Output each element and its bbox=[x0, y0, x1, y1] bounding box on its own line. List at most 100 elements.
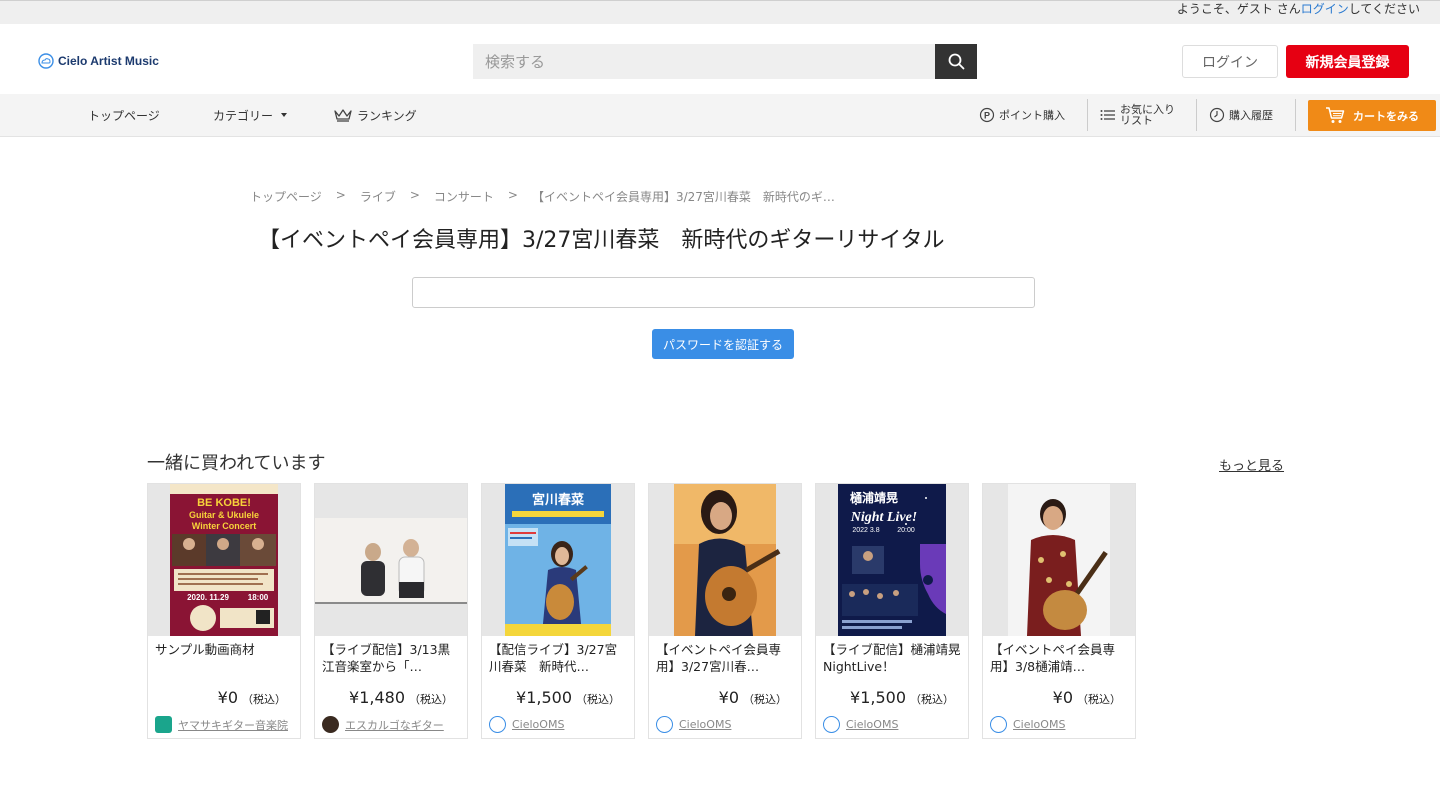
nav-top-page[interactable]: トップページ bbox=[88, 94, 160, 136]
verify-password-button[interactable]: パスワードを認証する bbox=[652, 329, 794, 359]
price-value: ¥1,500 bbox=[850, 688, 906, 707]
welcome-suffix: してください bbox=[1348, 2, 1420, 16]
product-name[interactable]: サンプル動画商材 bbox=[155, 641, 295, 675]
shop-link[interactable]: CieloOMS bbox=[656, 716, 731, 733]
cart-button[interactable]: カートをみる bbox=[1308, 100, 1436, 131]
product-card[interactable]: 【ライブ配信】3/13黒江音楽室から「… ¥1,480 （税込） エスカルゴなギタ… bbox=[314, 483, 468, 739]
price-value: ¥0 bbox=[718, 688, 739, 707]
guitarist-photo-image bbox=[674, 484, 781, 636]
cielo-logo-icon bbox=[489, 716, 506, 733]
welcome-text: ようこそ、ゲスト さん bbox=[1176, 2, 1301, 16]
product-thumbnail: BE KOBE! Guitar & Ukulele Winter Concert… bbox=[148, 484, 300, 636]
shop-link[interactable]: ヤマサキギター音楽院 bbox=[155, 716, 288, 733]
product-price: ¥0 （税込） bbox=[1053, 688, 1121, 707]
nav-divider bbox=[1087, 99, 1088, 131]
breadcrumb-item[interactable]: コンサート bbox=[434, 188, 494, 205]
product-list: BE KOBE! Guitar & Ukulele Winter Concert… bbox=[147, 483, 1136, 739]
tax-label: （税込） bbox=[743, 693, 787, 706]
nav-history[interactable]: 購入履歴 bbox=[1209, 94, 1273, 136]
search-icon bbox=[948, 53, 964, 70]
shop-name: CieloOMS bbox=[679, 718, 732, 731]
product-card[interactable]: BE KOBE! Guitar & Ukulele Winter Concert… bbox=[147, 483, 301, 739]
nav-divider bbox=[1295, 99, 1296, 131]
price-value: ¥0 bbox=[217, 688, 238, 707]
nav-divider bbox=[1196, 99, 1197, 131]
product-card[interactable]: 【イベントペイ会員専用】3/27宮川春… ¥0 （税込） CieloOMS bbox=[648, 483, 802, 739]
nav-ranking[interactable]: ランキング bbox=[334, 94, 417, 136]
nav-category[interactable]: カテゴリー bbox=[213, 94, 288, 136]
nav-ranking-label: ランキング bbox=[357, 108, 417, 123]
product-name[interactable]: 【イベントペイ会員専用】3/27宮川春… bbox=[656, 641, 796, 675]
price-value: ¥1,480 bbox=[349, 688, 405, 707]
breadcrumb-current: 【イベントペイ会員専用】3/27宮川春菜 新時代のギ… bbox=[531, 190, 835, 204]
product-price: ¥1,500 （税込） bbox=[516, 688, 620, 707]
concert-poster-image: BE KOBE! Guitar & Ukulele Winter Concert… bbox=[170, 484, 278, 636]
shop-avatar-icon bbox=[155, 716, 172, 733]
site-logo[interactable]: Cielo Artist Music bbox=[38, 53, 159, 69]
product-thumbnail: 宮川春菜 bbox=[482, 484, 634, 636]
recital-poster-image: 宮川春菜 bbox=[505, 484, 611, 636]
chevron-down-icon bbox=[281, 113, 288, 117]
product-card[interactable]: 宮川春菜 【配信ライブ】3/27宮川春菜 新時代… ¥1,500 （税込） Cie… bbox=[481, 483, 635, 739]
product-price: ¥1,480 （税込） bbox=[349, 688, 453, 707]
welcome-bar: ようこそ、ゲスト さんログインしてください bbox=[0, 0, 1440, 24]
register-button[interactable]: 新規会員登録 bbox=[1286, 45, 1409, 78]
breadcrumb-separator: > bbox=[409, 188, 420, 202]
product-card[interactable]: 樋浦靖晃 Night Live! 2022 3.8 20:00 【ライブ配信】樋… bbox=[815, 483, 969, 739]
search-button[interactable] bbox=[935, 44, 977, 79]
guitarist-photo-image bbox=[1008, 484, 1110, 636]
poster-text: 2020. 11.29 bbox=[187, 593, 229, 602]
poster-text: Guitar & Ukulele bbox=[189, 510, 259, 520]
welcome-login-link[interactable]: ログイン bbox=[1301, 2, 1349, 16]
breadcrumb-item[interactable]: ライブ bbox=[360, 188, 396, 205]
product-name[interactable]: 【配信ライブ】3/27宮川春菜 新時代… bbox=[489, 641, 629, 675]
shop-avatar-icon bbox=[322, 716, 339, 733]
breadcrumb-separator: > bbox=[335, 188, 346, 202]
cielo-logo-icon bbox=[990, 716, 1007, 733]
product-name[interactable]: 【ライブ配信】3/13黒江音楽室から「… bbox=[322, 641, 462, 675]
poster-text: 2022 3.8 bbox=[852, 527, 879, 534]
poster-text: 18:00 bbox=[248, 593, 269, 602]
page-title: 【イベントペイ会員専用】3/27宮川春菜 新時代のギターリサイタル bbox=[258, 228, 945, 253]
shop-name: ヤマサキギター音楽院 bbox=[178, 718, 288, 732]
product-price: ¥0 （税込） bbox=[218, 688, 286, 707]
cart-icon bbox=[1326, 107, 1345, 123]
poster-text: BE KOBE! bbox=[197, 497, 251, 509]
shop-name: エスカルゴなギター bbox=[345, 718, 444, 732]
shop-link[interactable]: CieloOMS bbox=[823, 716, 898, 733]
nav-favorites[interactable]: お気に入り リスト bbox=[1100, 94, 1175, 136]
main-nav: トップページ カテゴリー ランキング P ポイント購入 お気に入り リスト 購入… bbox=[0, 94, 1440, 137]
crown-icon bbox=[334, 109, 352, 122]
nav-top-page-label: トップページ bbox=[88, 108, 160, 123]
shop-link[interactable]: CieloOMS bbox=[990, 716, 1065, 733]
nav-favorites-line2: リスト bbox=[1120, 114, 1153, 127]
night-live-poster-image: 樋浦靖晃 Night Live! 2022 3.8 20:00 bbox=[838, 484, 946, 636]
product-thumbnail bbox=[649, 484, 801, 636]
poster-text: Night Live! bbox=[850, 510, 918, 525]
product-price: ¥1,500 （税込） bbox=[850, 688, 954, 707]
login-button[interactable]: ログイン bbox=[1182, 45, 1278, 78]
tax-label: （税込） bbox=[242, 693, 286, 706]
nav-favorites-label: お気に入り リスト bbox=[1120, 104, 1175, 126]
svg-text:P: P bbox=[984, 110, 990, 120]
shop-name: CieloOMS bbox=[846, 718, 899, 731]
shop-link[interactable]: CieloOMS bbox=[489, 716, 564, 733]
product-name[interactable]: 【ライブ配信】樋浦靖晃NightLive！ bbox=[823, 641, 963, 675]
nav-points[interactable]: P ポイント購入 bbox=[979, 94, 1065, 136]
shop-link[interactable]: エスカルゴなギター bbox=[322, 716, 444, 733]
breadcrumb-item[interactable]: トップページ bbox=[250, 188, 322, 205]
site-header: Cielo Artist Music ログイン 新規会員登録 bbox=[0, 24, 1440, 94]
product-thumbnail bbox=[315, 484, 467, 636]
password-input[interactable] bbox=[412, 277, 1035, 308]
point-icon: P bbox=[979, 107, 995, 123]
musicians-photo-image bbox=[315, 518, 467, 604]
product-thumbnail bbox=[983, 484, 1135, 636]
see-more-link[interactable]: もっと見る bbox=[1219, 455, 1284, 474]
cielo-logo-icon bbox=[823, 716, 840, 733]
tax-label: （税込） bbox=[409, 693, 453, 706]
product-name[interactable]: 【イベントペイ会員専用】3/8樋浦靖… bbox=[990, 641, 1130, 675]
search-input[interactable] bbox=[473, 44, 935, 79]
product-card[interactable]: 【イベントペイ会員専用】3/8樋浦靖… ¥0 （税込） CieloOMS bbox=[982, 483, 1136, 739]
tax-label: （税込） bbox=[910, 693, 954, 706]
price-value: ¥0 bbox=[1052, 688, 1073, 707]
